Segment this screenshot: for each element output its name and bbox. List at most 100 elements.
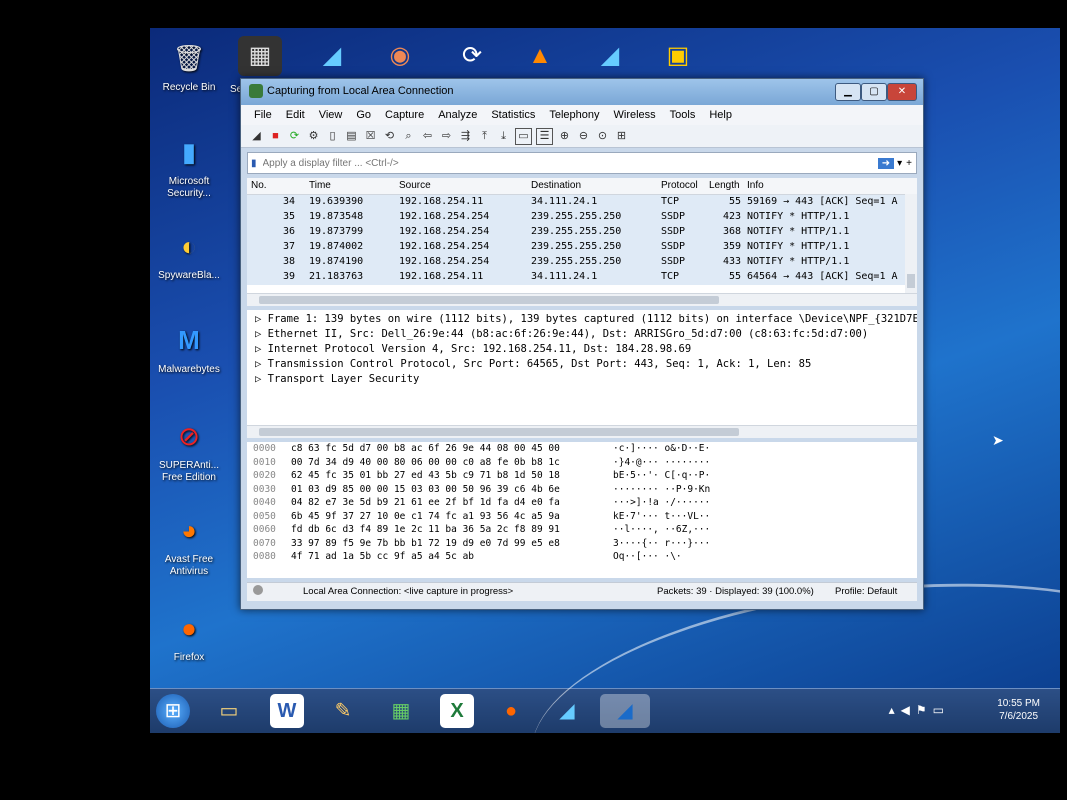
minimize-button[interactable]: ▁ (835, 83, 861, 101)
horizontal-scrollbar[interactable] (247, 293, 917, 306)
stop-capture-icon[interactable]: ■ (268, 129, 283, 144)
col-source[interactable]: Source (399, 180, 431, 191)
menu-capture[interactable]: Capture (378, 109, 431, 121)
resize-columns-icon[interactable]: ⊞ (614, 129, 629, 144)
desktop-icon-avast[interactable]: ◕ Avast Free Antivirus (152, 510, 226, 578)
hex-rows: 0000 c8 63 fc 5d d7 00 b8 ac 6f 26 9e 44 … (247, 442, 917, 564)
system-tray[interactable]: ▴◀⚑▭ (889, 703, 950, 717)
table-row[interactable]: 36 19.873799 192.168.254.254 239.255.255.25… (247, 225, 917, 240)
menu-analyze[interactable]: Analyze (431, 109, 484, 121)
save-file-icon[interactable]: ▤ (344, 129, 359, 144)
explorer-taskbar-icon[interactable]: ▭ (212, 694, 246, 728)
menu-view[interactable]: View (312, 109, 350, 121)
desktop-icon-firefox[interactable]: ● Firefox (152, 608, 226, 664)
hex-row[interactable]: 0030 01 03 d9 85 00 00 15 03 03 00 50 96 … (247, 483, 917, 497)
menu-file[interactable]: File (247, 109, 279, 121)
restart-capture-icon[interactable]: ⟳ (287, 129, 302, 144)
wireshark-shortcut-icon[interactable]: ◢ (310, 36, 354, 76)
desktop-icon-malwarebytes[interactable]: M Malwarebytes (152, 320, 226, 376)
menu-wireless[interactable]: Wireless (607, 109, 663, 121)
table-row[interactable]: 37 19.874002 192.168.254.254 239.255.255.25… (247, 240, 917, 255)
close-file-icon[interactable]: ☒ (363, 129, 378, 144)
firefox-taskbar-icon[interactable]: ● (494, 694, 528, 728)
hex-row[interactable]: 0060 fd db 6c d3 f4 89 1e 2c 11 ba 36 5a … (247, 523, 917, 537)
hex-row[interactable]: 0080 4f 71 ad 1a 5b cc 9f a5 a4 5c ab Oq··… (247, 550, 917, 564)
media-app-icon[interactable]: ▣ (656, 36, 700, 76)
table-row[interactable]: 39 21.183763 192.168.254.11 34.111.24.1 TCP 5… (247, 270, 917, 285)
hex-row[interactable]: 0070 33 97 89 f5 9e 7b bb b1 72 19 d9 e0 … (247, 537, 917, 551)
add-filter-icon[interactable]: + (906, 158, 912, 169)
desktop-icon-superantispyware[interactable]: ⊘ SUPERAnti... Free Edition (152, 416, 226, 484)
detail-tls[interactable]: ▷ Transport Layer Security (247, 373, 917, 388)
wireshark-legacy-icon[interactable]: ◢ (588, 36, 632, 76)
go-back-icon[interactable]: ⇦ (420, 129, 435, 144)
paint-taskbar-icon[interactable]: ✎ (326, 694, 360, 728)
vlc-icon[interactable]: ▲ (518, 36, 562, 76)
find-packet-icon[interactable]: ⌕ (401, 129, 416, 144)
go-forward-icon[interactable]: ⇨ (439, 129, 454, 144)
colorize-icon[interactable]: ☰ (536, 127, 553, 145)
app-grid-icon[interactable]: ▦ (238, 36, 282, 76)
profile-label[interactable]: Profile: Default (835, 586, 897, 597)
maximize-button[interactable]: ▢ (861, 83, 887, 101)
detail-ip[interactable]: ▷ Internet Protocol Version 4, Src: 192.… (247, 343, 917, 358)
desktop-icon-recycle-bin[interactable]: 🗑 Recycle Bin (152, 38, 226, 94)
zoom-in-icon[interactable]: ⊕ (557, 129, 572, 144)
vertical-scrollbar[interactable] (905, 194, 917, 294)
hex-row[interactable]: 0020 62 45 fc 35 01 bb 27 ed 43 5b c9 71 … (247, 469, 917, 483)
start-button[interactable]: ⊞ (156, 694, 190, 728)
first-packet-icon[interactable]: ⤒ (477, 129, 492, 144)
display-filter-bar: ▮ ➜ ▾ + (247, 152, 917, 174)
shark-fin-icon[interactable]: ◢ (249, 129, 264, 144)
menu-edit[interactable]: Edit (279, 109, 312, 121)
packet-rows: 34 19.639390 192.168.254.11 34.111.24.1 TCP 5… (247, 195, 917, 285)
col-time[interactable]: Time (309, 180, 331, 191)
hex-row[interactable]: 0000 c8 63 fc 5d d7 00 b8 ac 6f 26 9e 44 … (247, 442, 917, 456)
capture-options-icon[interactable]: ⚙ (306, 129, 321, 144)
hex-row[interactable]: 0050 6b 45 9f 37 27 10 0e c1 74 fc a1 93 … (247, 510, 917, 524)
filter-dropdown-icon[interactable]: ▾ (897, 158, 902, 169)
hex-row[interactable]: 0040 04 82 e7 3e 5d b9 21 61 ee 2f bf 1d … (247, 496, 917, 510)
wireshark-active-taskbar-icon[interactable]: ◢ (600, 694, 650, 728)
reload-icon[interactable]: ⟲ (382, 129, 397, 144)
open-file-icon[interactable]: ▯ (325, 129, 340, 144)
menu-go[interactable]: Go (349, 109, 378, 121)
detail-frame[interactable]: ▷ Frame 1: 139 bytes on wire (1112 bits)… (247, 313, 917, 328)
last-packet-icon[interactable]: ⤓ (496, 129, 511, 144)
col-no[interactable]: No. (251, 180, 267, 191)
menu-statistics[interactable]: Statistics (484, 109, 542, 121)
menu-tools[interactable]: Tools (663, 109, 703, 121)
menu-help[interactable]: Help (702, 109, 739, 121)
table-row[interactable]: 35 19.873548 192.168.254.254 239.255.255.25… (247, 210, 917, 225)
desktop-icon-label: Malwarebytes (158, 364, 220, 375)
wireshark-taskbar-icon[interactable]: ◢ (550, 694, 584, 728)
excel-taskbar-icon[interactable]: X (440, 694, 474, 728)
word-taskbar-icon[interactable]: W (270, 694, 304, 728)
zoom-out-icon[interactable]: ⊖ (576, 129, 591, 144)
detail-ethernet[interactable]: ▷ Ethernet II, Src: Dell_26:9e:44 (b8:ac… (247, 328, 917, 343)
desktop-icon-spyware[interactable]: ◐ SpywareBla... (152, 226, 226, 282)
hex-row[interactable]: 0010 00 7d 34 d9 40 00 80 06 00 00 c0 a8 … (247, 456, 917, 470)
title-bar[interactable]: Capturing from Local Area Connection ▁ ▢… (241, 79, 923, 105)
go-to-packet-icon[interactable]: ⇶ (458, 129, 473, 144)
apps-taskbar-icon[interactable]: ▦ (384, 694, 418, 728)
zoom-reset-icon[interactable]: ⊙ (595, 129, 610, 144)
bookmark-icon[interactable]: ▮ (251, 158, 257, 169)
display-filter-input[interactable] (260, 156, 878, 170)
table-row[interactable]: 38 19.874190 192.168.254.254 239.255.255.25… (247, 255, 917, 270)
autoscroll-icon[interactable]: ▭ (515, 127, 532, 145)
menu-telephony[interactable]: Telephony (542, 109, 606, 121)
apply-filter-icon[interactable]: ➜ (877, 157, 895, 169)
desktop-icon-security[interactable]: ▮ Microsoft Security... (152, 132, 226, 200)
col-length[interactable]: Length (709, 180, 740, 191)
disc-burner-icon[interactable]: ◉ (378, 36, 422, 76)
col-destination[interactable]: Destination (531, 180, 581, 191)
horizontal-scrollbar[interactable] (247, 425, 917, 438)
close-button[interactable]: ✕ (887, 83, 917, 101)
col-info[interactable]: Info (747, 180, 764, 191)
clock[interactable]: 10:55 PM 7/6/2025 (997, 697, 1040, 723)
update-icon[interactable]: ⟳ (450, 36, 494, 76)
table-row[interactable]: 34 19.639390 192.168.254.11 34.111.24.1 TCP 5… (247, 195, 917, 210)
col-protocol[interactable]: Protocol (661, 180, 698, 191)
detail-tcp[interactable]: ▷ Transmission Control Protocol, Src Por… (247, 358, 917, 373)
